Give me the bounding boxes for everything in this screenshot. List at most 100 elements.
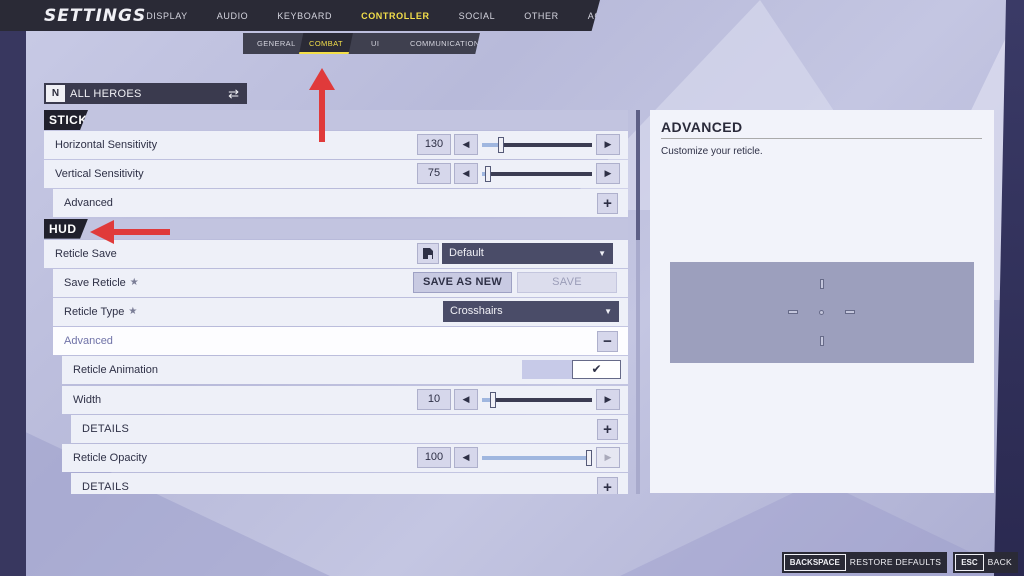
expand-button[interactable]: + [597, 477, 618, 494]
slider-track [482, 172, 592, 177]
info-description: Customize your reticle. [661, 146, 763, 157]
slider-thumb[interactable] [485, 166, 492, 183]
tab-accessibility[interactable]: ACCESSIBILITY [588, 11, 600, 21]
increase-button[interactable]: ▶ [596, 388, 620, 410]
reticle-save-dropdown[interactable]: Default ▼ [442, 242, 613, 264]
decrease-button[interactable]: ◀ [454, 388, 478, 410]
subtab-general[interactable]: GENERAL [257, 33, 296, 54]
row-reticle-animation: Reticle Animation ✔ [62, 356, 628, 385]
arrow-right-icon: ▶ [604, 139, 612, 149]
toggle-track [522, 360, 572, 380]
page-title: SETTINGS [44, 5, 147, 26]
key-badge: BACKSPACE [783, 553, 846, 571]
tab-audio[interactable]: AUDIO [217, 11, 249, 21]
value-box[interactable]: 10 [417, 388, 451, 410]
star-icon: ★ [128, 306, 138, 318]
reticle-animation-checkbox[interactable]: ✔ [572, 360, 621, 380]
row-label: Reticle Save [55, 247, 117, 260]
row-label: Advanced [64, 197, 113, 210]
value-box[interactable]: 130 [417, 134, 451, 155]
tab-other[interactable]: OTHER [524, 11, 559, 21]
arrow-left-icon: ◀ [462, 451, 470, 462]
divider [661, 138, 982, 139]
caret-down-icon: ▼ [598, 248, 606, 258]
collapse-button[interactable]: − [597, 331, 618, 353]
row-label: Save Reticle [64, 276, 126, 289]
swap-arrows-icon[interactable]: ⇄ [228, 86, 239, 102]
expand-button[interactable]: + [597, 418, 618, 440]
expand-button[interactable]: + [597, 193, 618, 215]
arrow-left-icon: ◀ [462, 139, 470, 149]
row-width: Width 10 ◀ ▶ [62, 385, 628, 414]
section-header-stick: STICK [44, 110, 628, 130]
row-width-details[interactable]: DETAILS + [71, 414, 628, 443]
save-file-icon[interactable] [417, 242, 439, 264]
row-horizontal-sensitivity: Horizontal Sensitivity 130 ◀ ▶ [44, 131, 628, 159]
value-box[interactable]: 75 [417, 163, 451, 185]
info-title: ADVANCED [661, 119, 743, 135]
decrease-button[interactable]: ◀ [454, 163, 478, 185]
row-opacity-details[interactable]: DETAILS + [71, 473, 628, 494]
row-label: Reticle Animation [73, 364, 158, 377]
subtab-ui[interactable]: UI [371, 33, 379, 54]
annotation-arrow-up-icon [309, 68, 335, 142]
slider-thumb[interactable] [586, 449, 592, 466]
scrollbar-thumb[interactable] [636, 110, 640, 240]
tab-keyboard[interactable]: KEYBOARD [277, 11, 332, 21]
row-label: Horizontal Sensitivity [55, 139, 158, 151]
row-label: DETAILS [82, 481, 130, 494]
crosshair-center-dot [819, 310, 824, 315]
row-save-reticle: Save Reticle ★ SAVE AS NEW SAVE [53, 268, 628, 297]
slider[interactable] [482, 447, 592, 468]
row-vertical-sensitivity: Vertical Sensitivity 75 ◀ ▶ [44, 160, 628, 189]
save-button[interactable]: SAVE [517, 271, 617, 293]
hero-selector[interactable]: N ALL HEROES ⇄ [44, 83, 247, 104]
slider-thumb[interactable] [497, 137, 504, 153]
slider-fill [482, 455, 589, 460]
subtab-communication[interactable]: COMMUNICATION [410, 33, 480, 54]
value-box[interactable]: 100 [417, 446, 451, 468]
tab-display[interactable]: DISPLAY [146, 11, 188, 21]
dropdown-value: Default [449, 247, 484, 260]
row-stick-advanced[interactable]: Advanced + [53, 189, 628, 218]
crosshair-top [820, 279, 824, 289]
reticle-preview [670, 262, 974, 363]
slider-thumb[interactable] [490, 391, 497, 408]
arrow-right-icon: ▶ [604, 168, 612, 179]
row-hud-advanced[interactable]: Advanced − [53, 327, 628, 356]
settings-scrollbar[interactable] [636, 110, 640, 494]
key-badge: ESC [955, 553, 984, 571]
arrow-right-icon: ▶ [604, 393, 612, 404]
background-right-strip [994, 0, 1024, 576]
crosshair-left [788, 310, 798, 314]
reticle-type-dropdown[interactable]: Crosshairs ▼ [443, 300, 619, 322]
decrease-button[interactable]: ◀ [454, 446, 478, 468]
tab-social[interactable]: SOCIAL [459, 11, 496, 21]
dropdown-value: Crosshairs [450, 305, 503, 318]
row-label: Reticle Opacity [73, 451, 147, 464]
slider[interactable] [482, 134, 592, 155]
caret-down-icon: ▼ [604, 306, 612, 316]
checkmark-icon: ✔ [591, 362, 602, 377]
restore-defaults-hint[interactable]: BACKSPACE RESTORE DEFAULTS [781, 551, 948, 573]
slider[interactable] [482, 389, 592, 410]
increase-button[interactable]: ▶ [596, 446, 620, 468]
arrow-left-icon: ◀ [462, 393, 470, 404]
save-as-new-button[interactable]: SAVE AS NEW [413, 271, 512, 293]
plus-icon: + [603, 195, 612, 213]
minus-icon: − [603, 333, 612, 351]
increase-button[interactable]: ▶ [596, 163, 620, 185]
decrease-button[interactable]: ◀ [454, 134, 478, 155]
background-left-strip [0, 0, 26, 576]
arrow-right-icon: ▶ [604, 451, 612, 462]
subtab-combat[interactable]: COMBAT [299, 33, 353, 54]
tab-controller[interactable]: CONTROLLER [361, 11, 430, 21]
slider[interactable] [482, 163, 592, 184]
section-label: HUD [44, 218, 88, 239]
increase-button[interactable]: ▶ [596, 134, 620, 155]
hero-selector-label: ALL HEROES [70, 87, 142, 100]
row-label: DETAILS [82, 422, 130, 435]
row-label: Reticle Type [64, 305, 125, 318]
section-label: STICK [44, 110, 88, 130]
back-hint[interactable]: ESC BACK [953, 551, 1018, 573]
